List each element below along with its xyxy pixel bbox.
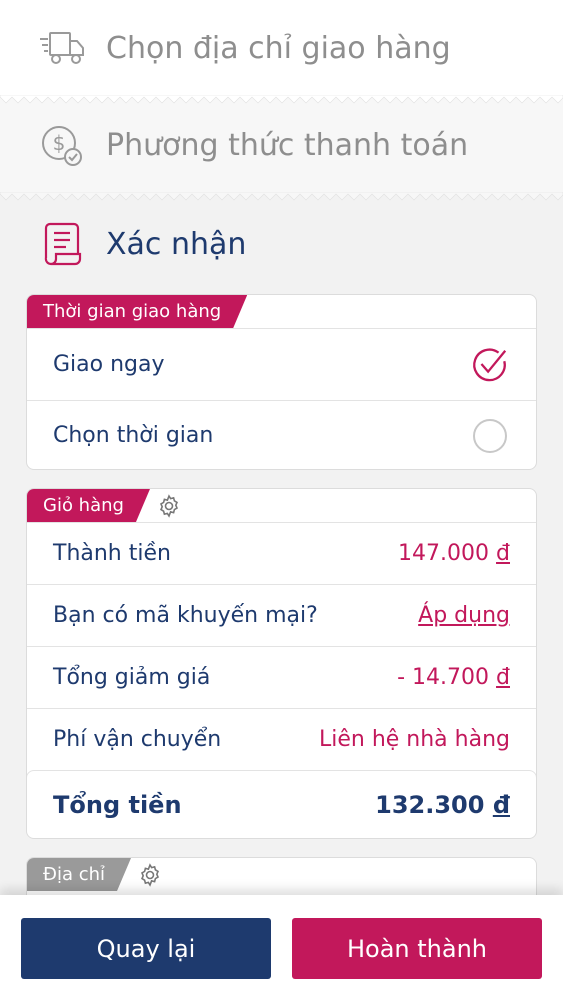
bottom-action-bar: Quay lại Hoàn thành	[0, 895, 563, 1000]
subtotal-value: 147.000 đ	[398, 541, 510, 566]
discount-value: - 14.700 đ	[397, 665, 510, 690]
checked-circle-icon[interactable]	[470, 345, 510, 385]
promo-label: Bạn có mã khuyến mại?	[53, 603, 318, 628]
delivery-time-tag-row: Thời gian giao hàng	[27, 295, 536, 328]
subtotal-label: Thành tiền	[53, 541, 171, 566]
cart-tag: Giỏ hàng	[27, 489, 150, 522]
address-tag: Địa chỉ	[27, 858, 131, 891]
money-check-icon: $	[38, 122, 86, 170]
step-delivery-address-label: Chọn địa chỉ giao hàng	[106, 31, 451, 66]
cart-tag-row: Giỏ hàng	[27, 489, 536, 522]
total-label: Tổng tiền	[53, 790, 182, 819]
step-delivery-address[interactable]: Chọn địa chỉ giao hàng	[0, 0, 563, 104]
promo-row: Bạn có mã khuyến mại? Áp dụng	[27, 584, 536, 646]
total-value: 132.300 đ	[375, 790, 510, 819]
checkout-screen: Chọn địa chỉ giao hàng $ Phương thức tha…	[0, 0, 563, 1000]
address-tag-row: Địa chỉ	[27, 858, 536, 891]
shipping-value: Liên hệ nhà hàng	[318, 727, 510, 752]
receipt-scroll-icon	[38, 220, 86, 268]
complete-button[interactable]: Hoàn thành	[292, 918, 542, 979]
truck-icon	[38, 25, 86, 73]
shipping-row: Phí vận chuyển Liên hệ nhà hàng	[27, 708, 536, 770]
delivery-time-card: Thời gian giao hàng Giao ngay Chọn thời …	[26, 294, 537, 470]
option-choose-time-label: Chọn thời gian	[53, 423, 214, 448]
discount-row: Tổng giảm giá - 14.700 đ	[27, 646, 536, 708]
empty-circle-icon[interactable]	[470, 416, 510, 456]
zigzag-divider	[0, 192, 563, 201]
step-confirm: Xác nhận	[0, 194, 563, 294]
shipping-label: Phí vận chuyển	[53, 727, 222, 752]
subtotal-row: Thành tiền 147.000 đ	[27, 522, 536, 584]
option-choose-time[interactable]: Chọn thời gian	[27, 400, 536, 469]
step-payment-method[interactable]: $ Phương thức thanh toán	[0, 97, 563, 201]
svg-text:$: $	[53, 131, 66, 155]
step-confirm-label: Xác nhận	[106, 226, 247, 262]
gear-icon[interactable]	[156, 493, 182, 519]
apply-promo-link[interactable]: Áp dụng	[418, 603, 510, 628]
gear-icon[interactable]	[137, 862, 163, 888]
back-button[interactable]: Quay lại	[21, 918, 271, 979]
discount-label: Tổng giảm giá	[53, 665, 211, 690]
step-payment-method-label: Phương thức thanh toán	[106, 128, 469, 163]
option-deliver-now-label: Giao ngay	[53, 352, 165, 377]
option-deliver-now[interactable]: Giao ngay	[27, 328, 536, 400]
total-row: Tổng tiền 132.300 đ	[27, 770, 536, 838]
zigzag-divider	[0, 95, 563, 104]
cart-card: Giỏ hàng Thành tiền 147.000 đ Bạn có mã …	[26, 488, 537, 839]
delivery-time-tag: Thời gian giao hàng	[27, 295, 247, 328]
